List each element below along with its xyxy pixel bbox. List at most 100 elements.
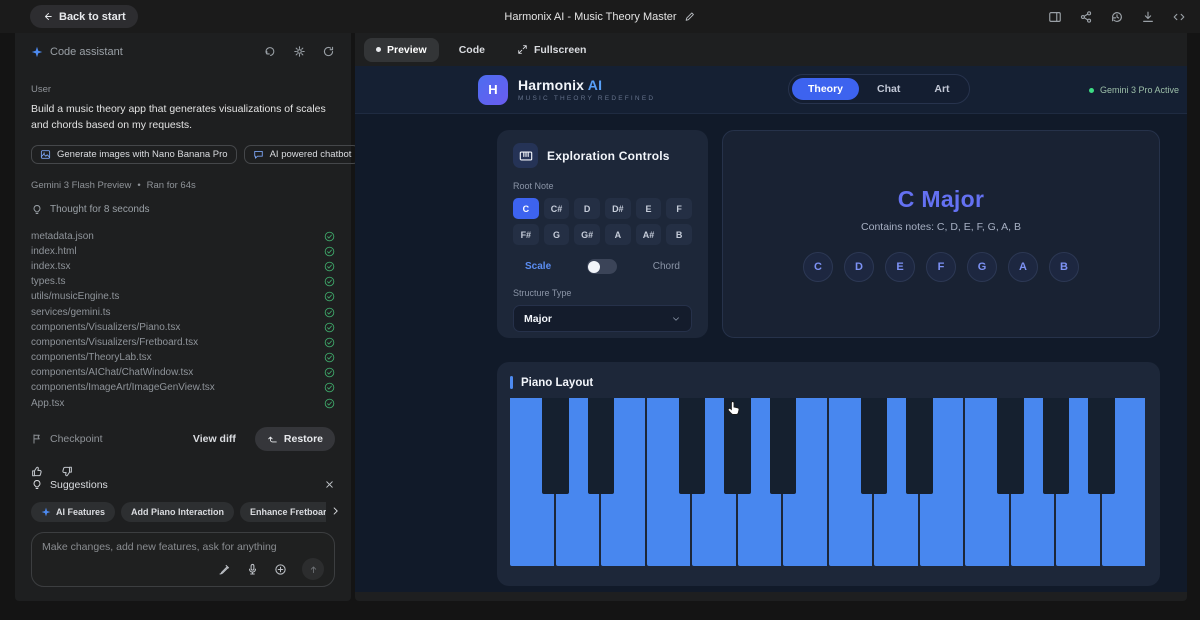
root-note-button-c[interactable]: C: [513, 198, 539, 219]
tab-preview[interactable]: Preview: [364, 38, 439, 62]
gear-icon[interactable]: [293, 45, 306, 58]
refresh-icon[interactable]: [322, 45, 335, 58]
suggestion-chip[interactable]: AI Features: [31, 502, 115, 522]
view-diff-button[interactable]: View diff: [193, 433, 236, 445]
restore-icon: [267, 433, 278, 444]
active-tab-dot: [376, 47, 381, 52]
scale-note-circle-a[interactable]: A: [1008, 252, 1038, 282]
thought-summary[interactable]: Thought for 8 seconds: [31, 204, 335, 216]
spark-icon: [31, 46, 43, 58]
suggestions-label: Suggestions: [50, 479, 108, 491]
user-prompt-text: Build a music theory app that generates …: [31, 102, 335, 134]
suggestion-chip[interactable]: Add Piano Interaction: [121, 502, 234, 522]
download-icon[interactable]: [1141, 10, 1155, 24]
file-row[interactable]: components/Visualizers/Fretboard.tsx: [31, 335, 335, 350]
tab-code-label: Code: [459, 44, 485, 56]
root-note-button-e[interactable]: E: [636, 198, 662, 219]
undo-icon[interactable]: [264, 45, 277, 58]
fullscreen-button[interactable]: Fullscreen: [505, 38, 599, 62]
file-row[interactable]: metadata.json: [31, 229, 335, 244]
check-circle-icon: [324, 382, 335, 393]
check-circle-icon: [324, 367, 335, 378]
scale-note-circle-c[interactable]: C: [803, 252, 833, 282]
file-row[interactable]: components/ImageArt/ImageGenView.tsx: [31, 380, 335, 395]
file-row[interactable]: components/AIChat/ChatWindow.tsx: [31, 365, 335, 380]
scale-note-circle-d[interactable]: D: [844, 252, 874, 282]
root-note-button-c#[interactable]: C#: [544, 198, 570, 219]
file-row[interactable]: App.tsx: [31, 396, 335, 411]
tab-code[interactable]: Code: [447, 38, 497, 62]
piano-black-key[interactable]: [542, 398, 568, 494]
file-row[interactable]: index.tsx: [31, 259, 335, 274]
file-row[interactable]: components/TheoryLab.tsx: [31, 350, 335, 365]
root-note-button-f[interactable]: F: [666, 198, 692, 219]
root-note-button-g#[interactable]: G#: [574, 224, 600, 245]
thumbs-down-icon[interactable]: [60, 465, 73, 478]
exploration-controls-card: Exploration Controls Root Note CC#DD#EFF…: [497, 130, 708, 338]
feature-chip-nano-banana[interactable]: Generate images with Nano Banana Pro: [31, 145, 237, 164]
root-note-button-f#[interactable]: F#: [513, 224, 539, 245]
piano-black-key[interactable]: [1088, 398, 1114, 494]
file-row[interactable]: index.html: [31, 244, 335, 259]
close-suggestions-button[interactable]: [324, 478, 335, 493]
edit-title-icon[interactable]: [685, 11, 696, 22]
root-note-button-d#[interactable]: D#: [605, 198, 631, 219]
piano-black-key[interactable]: [679, 398, 705, 494]
piano-black-key[interactable]: [997, 398, 1023, 494]
piano-black-key[interactable]: [724, 398, 750, 494]
root-note-button-a[interactable]: A: [605, 224, 631, 245]
side-panel-icon[interactable]: [1048, 10, 1062, 24]
file-name: components/AIChat/ChatWindow.tsx: [31, 367, 193, 378]
suggestion-chip-label: AI Features: [56, 507, 105, 517]
root-note-button-a#[interactable]: A#: [636, 224, 662, 245]
root-note-button-d[interactable]: D: [574, 198, 600, 219]
status-label: Gemini 3 Pro Active: [1100, 85, 1179, 95]
code-assistant-panel: Code assistant User Build a music theory…: [15, 33, 351, 601]
root-note-button-b[interactable]: B: [666, 224, 692, 245]
edit-prompt-icon[interactable]: [218, 563, 231, 576]
add-attachment-icon[interactable]: [274, 563, 287, 576]
code-brackets-icon[interactable]: [1172, 10, 1186, 24]
scale-chord-switch[interactable]: [587, 259, 617, 274]
file-name: components/ImageArt/ImageGenView.tsx: [31, 382, 215, 393]
app-tab-theory[interactable]: Theory: [792, 78, 859, 100]
back-to-start-button[interactable]: Back to start: [30, 5, 138, 28]
piano-black-key[interactable]: [1043, 398, 1069, 494]
check-circle-icon: [324, 231, 335, 242]
composer-input[interactable]: [42, 541, 324, 559]
piano-black-key[interactable]: [906, 398, 932, 494]
piano-black-key[interactable]: [588, 398, 614, 494]
piano-black-key[interactable]: [770, 398, 796, 494]
app-body: Exploration Controls Root Note CC#DD#EFF…: [355, 114, 1187, 586]
app-tab-art[interactable]: Art: [918, 78, 965, 100]
assistant-header: Code assistant: [31, 45, 335, 58]
structure-type-select[interactable]: Major: [513, 305, 692, 332]
scale-note-circles: CDEFGAB: [803, 252, 1079, 282]
restore-button[interactable]: Restore: [255, 427, 335, 451]
file-row[interactable]: utils/musicEngine.ts: [31, 289, 335, 304]
accent-bar: [510, 376, 513, 389]
file-row[interactable]: components/Visualizers/Piano.tsx: [31, 320, 335, 335]
app-header: H Harmonix AI MUSIC THEORY REDEFINED The…: [355, 66, 1187, 114]
piano-black-key[interactable]: [861, 398, 887, 494]
scale-note-circle-e[interactable]: E: [885, 252, 915, 282]
scale-note-circle-g[interactable]: G: [967, 252, 997, 282]
piano-glyph-icon: [513, 143, 538, 168]
app-tab-chat[interactable]: Chat: [861, 78, 916, 100]
file-row[interactable]: types.ts: [31, 274, 335, 289]
share-icon[interactable]: [1079, 10, 1093, 24]
history-icon[interactable]: [1110, 10, 1124, 24]
suggestion-chip[interactable]: Enhance Fretboard Visuals: [240, 502, 335, 522]
suggestions-scroll-next-button[interactable]: [326, 501, 341, 522]
root-note-button-g[interactable]: G: [544, 224, 570, 245]
file-row[interactable]: services/gemini.ts: [31, 304, 335, 319]
scale-note-circle-f[interactable]: F: [926, 252, 956, 282]
thumbs-up-icon[interactable]: [31, 465, 44, 478]
send-button[interactable]: [302, 558, 324, 580]
scale-note-circle-b[interactable]: B: [1049, 252, 1079, 282]
feature-chip-label: AI powered chatbot: [270, 149, 352, 160]
feature-chip-chatbot[interactable]: AI powered chatbot: [244, 145, 361, 164]
microphone-icon[interactable]: [246, 563, 259, 576]
spark-icon: [41, 507, 51, 517]
suggestions-header: Suggestions: [31, 478, 335, 493]
